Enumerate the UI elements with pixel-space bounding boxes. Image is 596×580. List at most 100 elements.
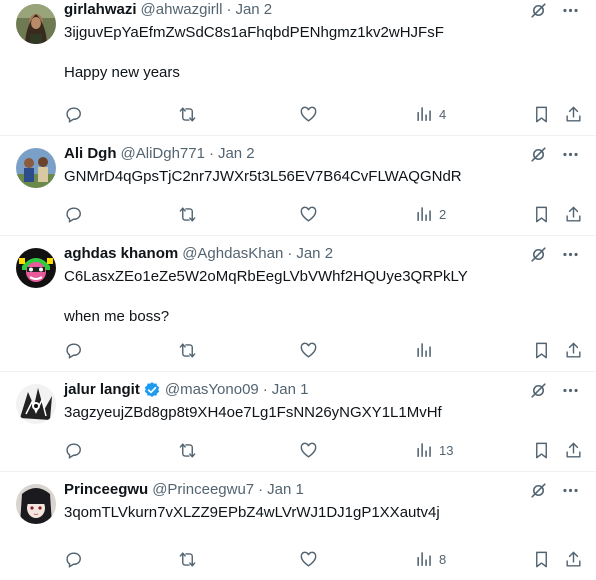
like-icon [299,105,318,124]
retweet-button[interactable] [178,205,197,224]
tweet[interactable]: Ali Dgh @AliDgh771 · Jan 2 GNMrD4qGpsTjC… [0,136,596,236]
views-button[interactable]: 4 [415,105,446,124]
timeline-feed: girlahwazi @ahwazgirll · Jan 2 3ijguvEpY… [0,0,596,579]
more-icon[interactable] [560,144,580,164]
like-icon [299,550,318,569]
more-icon[interactable] [560,244,580,264]
tweet[interactable]: jalur langit @masYono09 · Jan 1 3agzyeuj… [0,372,596,472]
share-button[interactable] [564,105,583,124]
tweet-text: 3ijguvEpYaEfmZwSdC8s1aFhqbdPENhgmz1kv2wH… [64,24,444,81]
like-button[interactable] [299,205,318,224]
avatar[interactable] [16,484,56,524]
views-count: 13 [439,443,454,458]
tweet-date[interactable]: Jan 2 [218,144,255,164]
views-icon [415,441,434,460]
share-button[interactable] [564,205,583,224]
views-button[interactable]: 2 [415,205,446,224]
handle[interactable]: @AghdasKhan [182,244,283,264]
retweet-button[interactable] [178,441,197,460]
views-count: 2 [439,207,447,222]
reply-button[interactable] [64,205,83,224]
tweet-text: C6LasxZEo1eZe5W2oMqRbEegLVbVWhf2HQUye3QR… [64,268,468,325]
more-icon[interactable] [560,480,580,500]
views-icon [415,550,434,569]
tweet-date[interactable]: Jan 1 [272,380,309,400]
share-button[interactable] [564,341,583,360]
retweet-button[interactable] [178,550,197,569]
bookmark-icon [532,341,551,360]
bookmark-button[interactable] [532,205,551,224]
grok-icon[interactable] [528,480,548,500]
header-actions [528,244,580,264]
reply-icon [64,105,83,124]
tweet-date[interactable]: Jan 2 [235,0,272,20]
reply-icon [64,550,83,569]
views-icon [415,205,434,224]
views-button[interactable] [415,341,439,360]
handle[interactable]: @masYono09 [165,380,259,400]
like-icon [299,441,318,460]
tweet-header: jalur langit @masYono09 · Jan 1 [64,380,580,400]
handle[interactable]: @AliDgh771 [121,144,205,164]
bookmark-icon [532,550,551,569]
views-button[interactable]: 13 [415,441,453,460]
share-button[interactable] [564,441,583,460]
like-button[interactable] [299,341,318,360]
like-button[interactable] [299,550,318,569]
like-button[interactable] [299,441,318,460]
tweet-content: Ali Dgh @AliDgh771 · Jan 2 GNMrD4qGpsTjC… [64,144,580,187]
handle[interactable]: @ahwazgirll [141,0,223,20]
separator-dot: · [226,1,232,18]
grok-icon[interactable] [528,244,548,264]
avatar[interactable] [16,4,56,44]
views-count: 4 [439,107,447,122]
display-name[interactable]: Ali Dgh [64,144,117,164]
grok-icon[interactable] [528,380,548,400]
header-actions [528,480,580,500]
tweet-text: GNMrD4qGpsTjC2nr7JWXr5t3L56EV7B64CvFLWAQ… [64,168,462,185]
retweet-icon [178,550,197,569]
reply-button[interactable] [64,550,83,569]
share-icon [564,341,583,360]
bookmark-button[interactable] [532,341,551,360]
bookmark-button[interactable] [532,105,551,124]
display-name[interactable]: girlahwazi [64,0,137,20]
bookmark-icon [532,105,551,124]
separator-dot: · [262,381,268,398]
grok-icon[interactable] [528,144,548,164]
avatar[interactable] [16,148,56,188]
tweet-actions [64,341,583,361]
share-button[interactable] [564,550,583,569]
share-icon [564,441,583,460]
tweet-date[interactable]: Jan 2 [296,244,333,264]
tweet-date[interactable]: Jan 1 [267,480,304,500]
tweet-actions: 8 [64,550,583,570]
avatar[interactable] [16,384,56,424]
handle[interactable]: @Princeegwu7 [152,480,254,500]
bookmark-button[interactable] [532,550,551,569]
tweet[interactable]: aghdas khanom @AghdasKhan · Jan 2 C6Lasx… [0,236,596,372]
more-icon[interactable] [560,380,580,400]
share-icon [564,205,583,224]
grok-icon[interactable] [528,0,548,20]
tweet[interactable]: Princeegwu @Princeegwu7 · Jan 1 3qomTLVk… [0,472,596,580]
tweet[interactable]: girlahwazi @ahwazgirll · Jan 2 3ijguvEpY… [0,0,596,136]
share-icon [564,550,583,569]
retweet-button[interactable] [178,341,197,360]
bookmark-button[interactable] [532,441,551,460]
retweet-button[interactable] [178,105,197,124]
reply-button[interactable] [64,341,83,360]
like-button[interactable] [299,105,318,124]
retweet-icon [178,105,197,124]
display-name[interactable]: jalur langit [64,380,140,400]
header-actions [528,144,580,164]
avatar[interactable] [16,248,56,288]
display-name[interactable]: Princeegwu [64,480,148,500]
share-icon [564,105,583,124]
display-name[interactable]: aghdas khanom [64,244,178,264]
reply-button[interactable] [64,105,83,124]
more-icon[interactable] [560,0,580,20]
reply-button[interactable] [64,441,83,460]
views-button[interactable]: 8 [415,550,446,569]
tweet-actions: 13 [64,441,583,461]
